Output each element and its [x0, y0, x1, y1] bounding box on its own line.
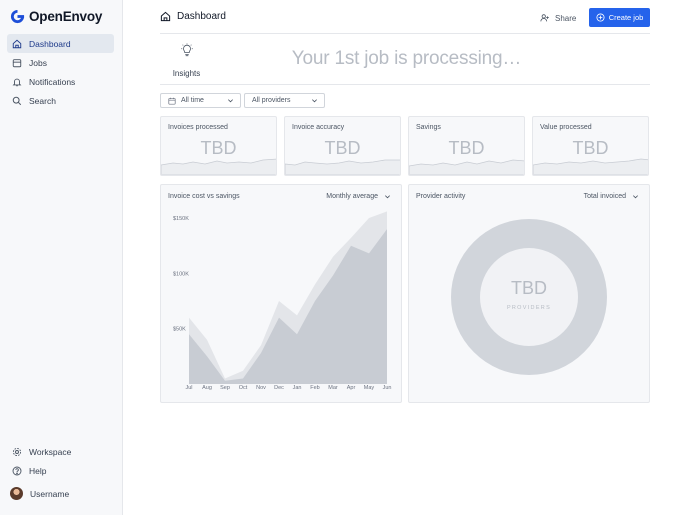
divider [160, 84, 650, 85]
provider-donut-chart: TBD PROVIDERS [451, 219, 607, 375]
total-invoiced-dropdown[interactable]: Total invoiced [584, 193, 639, 200]
calendar-icon [168, 97, 176, 105]
chevron-down-icon [385, 195, 390, 199]
home-icon [160, 11, 171, 22]
share-users-icon [540, 14, 549, 22]
x-tick-label: Feb [310, 385, 319, 391]
y-tick-label: $50K [173, 327, 186, 333]
page-title: Dashboard [160, 9, 226, 32]
sidebar-item-label: Workspace [29, 446, 72, 457]
x-tick-label: Sep [220, 385, 230, 391]
stat-label: Invoices processed [168, 124, 228, 131]
processing-message: Your 1st job is processing… [291, 48, 522, 69]
x-tick-label: Dec [274, 385, 284, 391]
x-tick-label: Aug [202, 385, 212, 391]
share-label: Share [555, 13, 577, 23]
sidebar-item-workspace[interactable]: Workspace [7, 442, 114, 461]
sidebar-item-user[interactable]: Username [7, 484, 114, 503]
lightbulb-icon [180, 43, 193, 57]
provider-activity-panel: Provider activity Total invoiced TBD PRO… [408, 184, 650, 403]
insights-tab[interactable]: Insights [160, 43, 213, 78]
stat-label: Savings [416, 124, 441, 131]
plus-circle-icon [596, 13, 605, 22]
y-tick-label: $150K [173, 216, 189, 222]
stat-card-value-processed[interactable]: Value processed TBD [532, 116, 649, 176]
x-tick-label: Jun [383, 385, 392, 391]
panel-title: Invoice cost vs savings [168, 193, 240, 200]
chevron-down-icon [312, 99, 317, 103]
sparkline-placeholder [285, 159, 400, 175]
stat-card-invoices-processed[interactable]: Invoices processed TBD [160, 116, 277, 176]
time-filter-select[interactable]: All time [160, 93, 241, 108]
stat-card-savings[interactable]: Savings TBD [408, 116, 525, 176]
sidebar-item-notifications[interactable]: Notifications [7, 72, 114, 91]
sidebar-bottom: Workspace Help Username [7, 442, 114, 503]
donut-label: PROVIDERS [506, 305, 552, 311]
providers-filter-value: All providers [252, 97, 291, 104]
sidebar-item-help[interactable]: Help [7, 461, 114, 480]
create-job-label: Create job [608, 13, 644, 22]
x-tick-label: Apr [347, 385, 356, 391]
x-tick-label: May [364, 385, 375, 391]
sidebar-item-label: Dashboard [29, 38, 71, 49]
area-series-2 [189, 229, 387, 384]
dropdown-value: Total invoiced [583, 193, 626, 200]
sparkline-placeholder [533, 158, 648, 175]
page-header: Dashboard Share Create job [160, 8, 650, 34]
home-icon [12, 39, 22, 48]
sparkline-placeholder [409, 159, 524, 175]
stat-card-invoice-accuracy[interactable]: Invoice accuracy TBD [284, 116, 401, 176]
sidebar-item-search[interactable]: Search [7, 91, 114, 110]
app-name: OpenEnvoy [29, 9, 103, 24]
monthly-average-dropdown[interactable]: Monthly average [326, 193, 391, 200]
sidebar-item-label: Notifications [29, 76, 76, 87]
stat-label: Value processed [540, 124, 592, 131]
avatar [10, 487, 23, 500]
page-title-text: Dashboard [177, 11, 226, 22]
panel-title: Provider activity [416, 193, 466, 200]
sparkline-placeholder [161, 158, 276, 175]
sidebar-item-label: Help [29, 465, 47, 476]
providers-filter-select[interactable]: All providers [244, 93, 325, 108]
donut-center: TBD PROVIDERS [480, 248, 578, 346]
search-icon [12, 96, 22, 105]
x-tick-label: Jan [293, 385, 302, 391]
gear-icon [12, 447, 22, 456]
dropdown-value: Monthly average [326, 193, 378, 200]
sidebar-item-jobs[interactable]: Jobs [7, 53, 114, 72]
chevron-down-icon [228, 99, 233, 103]
x-tick-label: Oct [239, 385, 248, 391]
x-tick-label: Nov [256, 385, 266, 391]
bell-icon [12, 78, 22, 86]
chevron-down-icon [633, 195, 638, 199]
stat-label: Invoice accuracy [292, 124, 345, 131]
sidebar-item-dashboard[interactable]: Dashboard [7, 34, 114, 53]
username: Username [30, 488, 70, 499]
logo[interactable]: OpenEnvoy [10, 9, 102, 24]
sidebar-item-label: Search [29, 95, 56, 106]
openenvoy-logo-icon [10, 9, 25, 24]
sidebar: OpenEnvoy Dashboard Jobs Notifications S… [0, 0, 123, 515]
sidebar-item-label: Jobs [29, 57, 47, 68]
jobs-icon [12, 58, 22, 67]
y-tick-label: $100K [173, 271, 189, 277]
insights-label: Insights [172, 69, 201, 78]
help-icon [12, 466, 22, 475]
cost-savings-chart: $50K $100K $150K Jul Aug Sep Oct Nov Dec Jan Feb Ma… [173, 211, 392, 391]
time-filter-value: All time [181, 97, 204, 104]
share-button[interactable]: Share [540, 8, 576, 28]
x-tick-label: Jul [185, 385, 192, 391]
x-tick-label: Mar [328, 385, 338, 391]
donut-value: TBD [511, 278, 547, 298]
cost-savings-panel: $50K $100K $150K Jul Aug Sep Oct Nov Dec Jan Feb Ma… [160, 184, 402, 403]
main-nav: Dashboard Jobs Notifications Search [7, 34, 114, 110]
create-job-button[interactable]: Create job [589, 8, 650, 27]
